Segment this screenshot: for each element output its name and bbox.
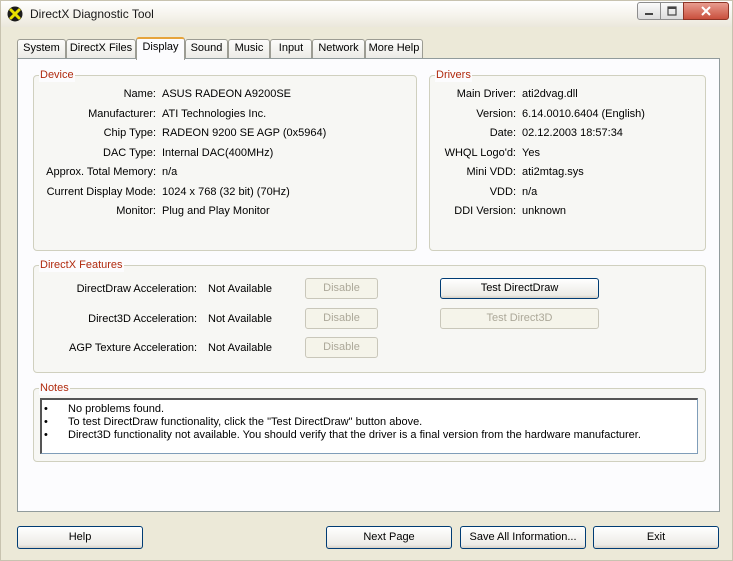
driver-main-value: ati2dvag.dll <box>522 88 578 100</box>
driver-whql-value: Yes <box>522 147 540 159</box>
directdraw-disable-button[interactable]: Disable <box>305 278 378 299</box>
note-bullet: • <box>44 429 48 441</box>
agp-texture-accel-value: Not Available <box>208 342 273 354</box>
test-direct3d-button[interactable]: Test Direct3D <box>440 308 599 329</box>
notes-textbox[interactable]: • No problems found. • To test DirectDra… <box>40 398 698 454</box>
minimize-button[interactable] <box>637 2 661 20</box>
note-text: To test DirectDraw functionality, click … <box>68 416 423 428</box>
drivers-group-label: Drivers <box>435 69 472 82</box>
window-title: DirectX Diagnostic Tool <box>30 7 154 21</box>
save-all-information-button[interactable]: Save All Information... <box>460 526 586 549</box>
tab-directx-files[interactable]: DirectX Files <box>66 39 136 58</box>
title-bar[interactable]: DirectX Diagnostic Tool <box>1 1 732 27</box>
device-chip-type-value: RADEON 9200 SE AGP (0x5964) <box>162 127 327 139</box>
driver-vdd-label: VDD: <box>489 186 516 198</box>
directdraw-accel-value: Not Available <box>208 283 273 295</box>
device-group: Device <box>33 69 417 251</box>
maximize-button[interactable] <box>660 2 684 20</box>
device-name-label: Name: <box>123 88 156 100</box>
driver-mini-vdd-label: Mini VDD: <box>466 166 516 178</box>
note-bullet: • <box>44 416 48 428</box>
driver-date-label: Date: <box>489 127 516 139</box>
driver-vdd-value: n/a <box>522 186 538 198</box>
device-dac-type-label: DAC Type: <box>103 147 156 159</box>
maximize-icon <box>667 6 677 16</box>
device-memory-value: n/a <box>162 166 178 178</box>
note-text: No problems found. <box>68 403 164 415</box>
device-chip-type-label: Chip Type: <box>103 127 156 139</box>
tab-music[interactable]: Music <box>228 39 270 58</box>
minimize-icon <box>645 13 653 15</box>
driver-version-label: Version: <box>476 108 516 120</box>
help-button[interactable]: Help <box>17 526 143 549</box>
tab-display[interactable]: Display <box>136 37 185 60</box>
tab-more-help[interactable]: More Help <box>365 39 423 58</box>
driver-ddi-label: DDI Version: <box>454 205 516 217</box>
device-group-label: Device <box>39 69 75 82</box>
directx-features-group-label: DirectX Features <box>39 259 124 272</box>
agp-texture-accel-label: AGP Texture Acceleration: <box>69 342 197 354</box>
close-button[interactable] <box>683 2 729 20</box>
direct3d-accel-value: Not Available <box>208 313 273 325</box>
device-monitor-value: Plug and Play Monitor <box>162 205 270 217</box>
next-page-button[interactable]: Next Page <box>326 526 452 549</box>
exit-button[interactable]: Exit <box>593 526 719 549</box>
directdraw-accel-label: DirectDraw Acceleration: <box>76 283 197 295</box>
agp-texture-disable-button[interactable]: Disable <box>305 337 378 358</box>
tab-system[interactable]: System <box>17 39 66 58</box>
device-manufacturer-value: ATI Technologies Inc. <box>162 108 267 120</box>
tab-input[interactable]: Input <box>270 39 312 58</box>
drivers-group: Drivers <box>429 69 706 251</box>
notes-group-label: Notes <box>39 382 70 395</box>
device-display-mode-label: Current Display Mode: <box>46 186 156 198</box>
device-display-mode-value: 1024 x 768 (32 bit) (70Hz) <box>162 186 290 198</box>
driver-date-value: 02.12.2003 18:57:34 <box>522 127 623 139</box>
directx-x-icon <box>7 6 23 22</box>
device-monitor-label: Monitor: <box>116 205 156 217</box>
tab-sound[interactable]: Sound <box>185 39 228 58</box>
driver-version-value: 6.14.0010.6404 (English) <box>522 108 645 120</box>
test-directdraw-button[interactable]: Test DirectDraw <box>440 278 599 299</box>
device-memory-label: Approx. Total Memory: <box>46 166 156 178</box>
directx-diagnostic-window: DirectX Diagnostic Tool System DirectX F… <box>0 0 733 561</box>
device-dac-type-value: Internal DAC(400MHz) <box>162 147 274 159</box>
note-bullet: • <box>44 403 48 415</box>
driver-main-label: Main Driver: <box>456 88 516 100</box>
driver-mini-vdd-value: ati2mtag.sys <box>522 166 584 178</box>
driver-whql-label: WHQL Logo'd: <box>444 147 516 159</box>
driver-ddi-value: unknown <box>522 205 567 217</box>
device-name-value: ASUS RADEON A9200SE <box>162 88 292 100</box>
direct3d-disable-button[interactable]: Disable <box>305 308 378 329</box>
device-manufacturer-label: Manufacturer: <box>88 108 156 120</box>
close-icon <box>701 6 711 16</box>
note-text: Direct3D functionality not available. Yo… <box>68 429 641 441</box>
direct3d-accel-label: Direct3D Acceleration: <box>88 313 197 325</box>
tab-network[interactable]: Network <box>312 39 365 58</box>
